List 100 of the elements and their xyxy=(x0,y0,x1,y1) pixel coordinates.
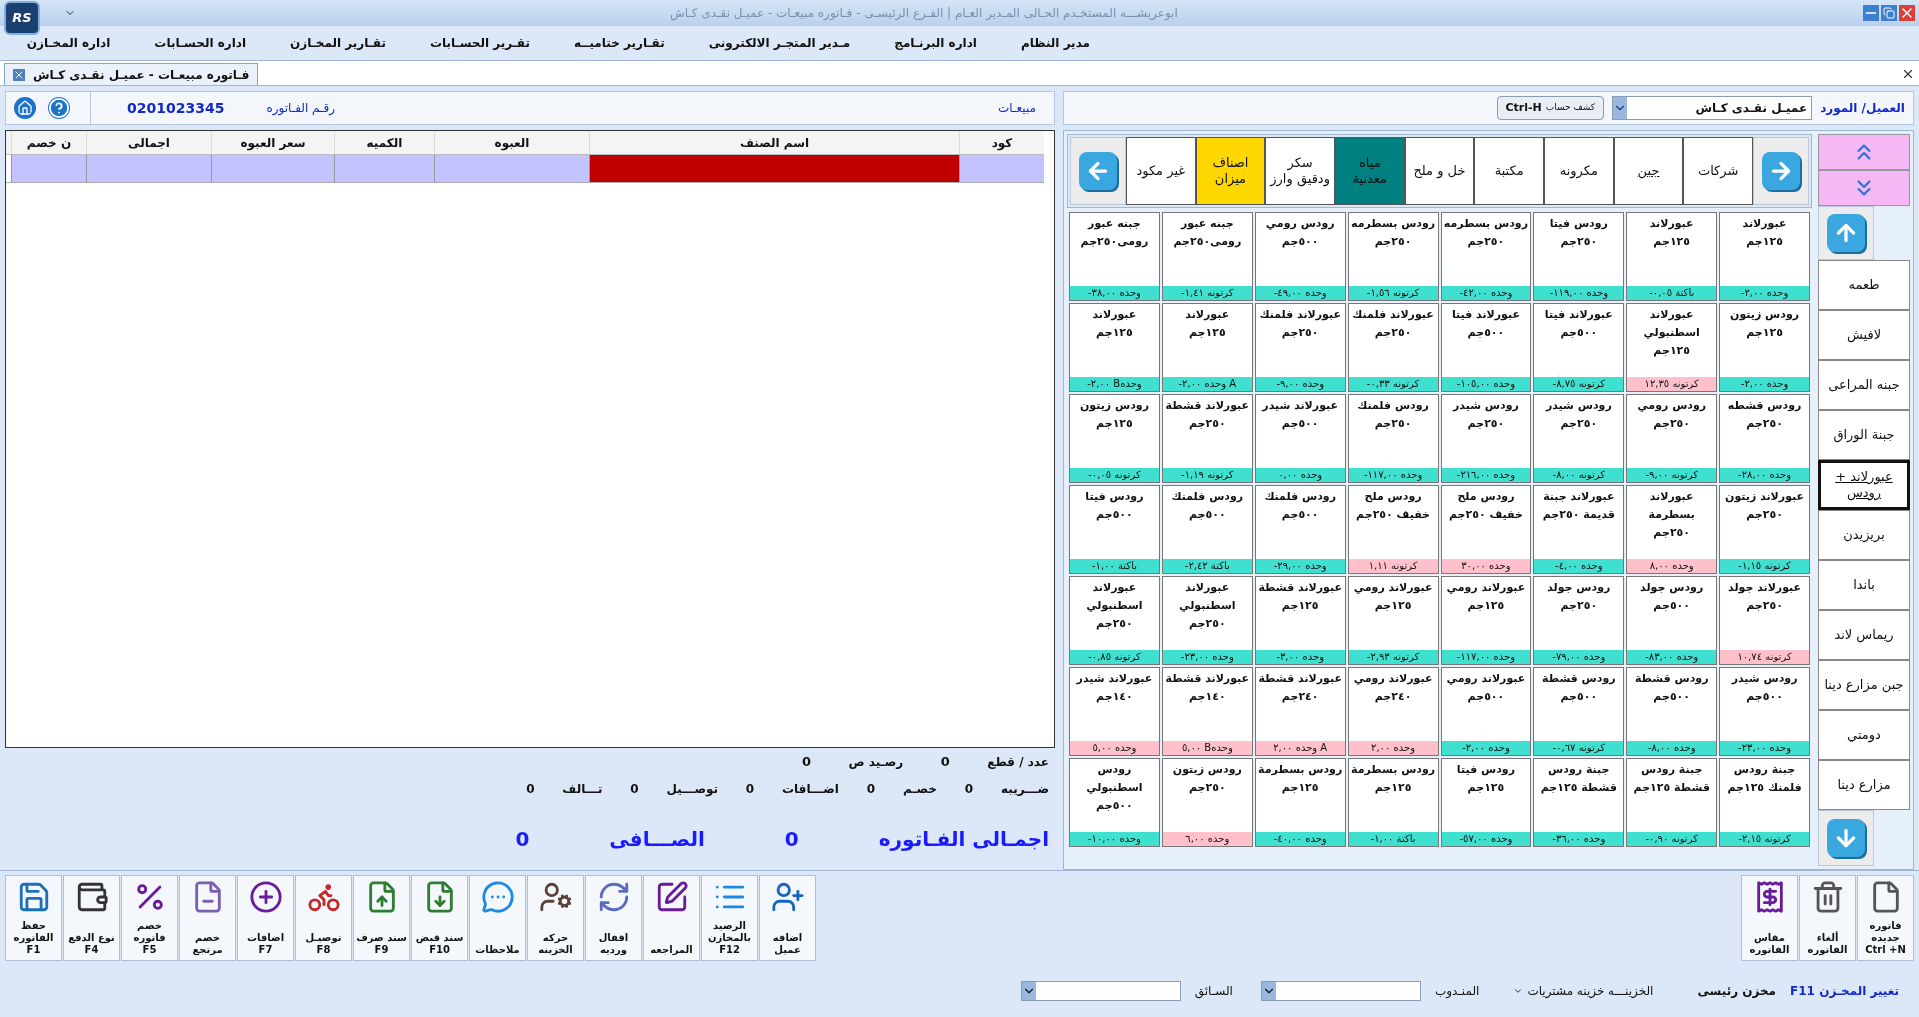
restore-icon[interactable] xyxy=(1881,5,1897,21)
product-tile[interactable]: جبنة رودس فلمنك ١٢٥جم كرتونه ٢,١٥- xyxy=(1719,758,1810,847)
product-tile[interactable]: رودس فلمنك ٢٥٠جم وحده ١١٧,٠٠- xyxy=(1347,394,1439,483)
help-icon[interactable] xyxy=(48,97,70,119)
group-button[interactable]: ريماس لاند xyxy=(1818,610,1910,660)
category-tab[interactable]: اصناف ميزان xyxy=(1195,137,1266,205)
product-tile[interactable]: رودس فيتا ٢٥٠جم وحده ١١٩,٠٠- xyxy=(1533,212,1625,301)
menu-item[interactable]: اداره المخـازن xyxy=(26,34,111,52)
product-tile[interactable]: عبورلاند فيتا ٥٠٠جم وحده ١٠٥,٠٠- xyxy=(1440,303,1532,392)
product-tile[interactable]: عبورلاند زيتون ٢٥٠جم كرتونه ١,١٥- xyxy=(1719,485,1810,574)
product-tile[interactable]: رودس فيتا ٥٠٠جم باكتة ١,٠٠- xyxy=(1069,485,1160,574)
menu-item[interactable]: تقـارير المخـازن xyxy=(290,34,386,52)
product-tile[interactable]: رودس فيتا ١٢٥جم وحده ٥٧,٠٠- xyxy=(1440,758,1532,847)
product-tile[interactable]: عبورلاند رومي ١٢٥جم كرتونه ٢,٩٣- xyxy=(1347,576,1439,665)
product-tile[interactable]: عبورلاند بسطرمة ٢٥٠جم وحده ٨,٠٠ xyxy=(1626,485,1718,574)
category-tab[interactable]: غير مكود xyxy=(1125,137,1196,205)
product-tile[interactable]: عبورلاند فلمنك ٢٥٠جم وحده ٩,٠٠- xyxy=(1254,303,1346,392)
product-tile[interactable]: جبنة رودس قشطة ١٢٥جم كرتونه ٠,٩٠- xyxy=(1626,758,1718,847)
product-tile[interactable]: عبورلاند قشطة ١٤٠جم وحدهB ٥,٠٠ xyxy=(1161,667,1253,756)
home-icon[interactable] xyxy=(14,97,36,119)
category-tab[interactable]: مياه معدنية xyxy=(1334,137,1405,205)
product-tile[interactable]: عبورلاند جبنة قديمة ٢٥٠جم وحده ٤,٠٠- xyxy=(1533,485,1625,574)
product-tile[interactable]: عبورلاند ١٢٥جم وحده ٢,٠٠- xyxy=(1719,212,1810,301)
product-tile[interactable]: رودس جولد ٥٠٠جم وحده ٨٣,٠٠- xyxy=(1626,576,1718,665)
group-button[interactable]: طعمه xyxy=(1818,260,1910,310)
product-tile[interactable]: رودس جولد ٢٥٠جم وحده ٧٩,٠٠- xyxy=(1533,576,1625,665)
toolbar-button[interactable]: حركه الخزينه xyxy=(527,874,584,961)
product-tile[interactable]: عبورلاند شيدر ٥٠٠جم وحده ٠,٠٠ xyxy=(1254,394,1346,483)
product-tile[interactable]: رودس اسطنبولي ٥٠٠جم وحده ١٠,٠٠- xyxy=(1069,758,1160,847)
product-tile[interactable]: جبنة رودس قشطة ١٢٥جم وحده ٣٦,٠٠- xyxy=(1533,758,1625,847)
product-tile[interactable]: عبورلاند قشطة ٢٤٠جم A وحده ٢,٠٠ xyxy=(1254,667,1346,756)
toolbar-button[interactable]: المراجعه xyxy=(643,874,700,961)
product-tile[interactable]: عبورلاند رومي ٥٠٠جم وحده ٢,٠٠- xyxy=(1440,667,1532,756)
menu-item[interactable]: مدير النظام xyxy=(1020,34,1090,52)
toolbar-button[interactable]: اضافه عميل xyxy=(759,874,816,961)
toolbar-button[interactable]: اقفال ورديه xyxy=(585,874,642,961)
product-tile[interactable]: رودس شيدر ٢٥٠جم وحده ٢١٦,٠٠- xyxy=(1440,394,1532,483)
product-tile[interactable]: رودس بسطرمة ١٢٥جم وحده ٤٠,٠٠- xyxy=(1254,758,1346,847)
next-button[interactable] xyxy=(1753,137,1809,205)
product-tile[interactable]: عبورلاند اسطنبولي ١٢٥جم كرتونه ١٢,٣٥ xyxy=(1626,303,1718,392)
product-tile[interactable]: عبورلاند اسطنبولي ٢٥٠جم وحده ٢٣,٠٠- xyxy=(1161,576,1253,665)
product-tile[interactable]: عبورلاند فيتا ٥٠٠جم كرتونه ٨,٧٥- xyxy=(1533,303,1625,392)
document-tab[interactable]: فـاتوره مبيعـات - عميـل نقـدى كـاش xyxy=(4,63,259,85)
product-tile[interactable]: رودس زيتون ١٢٥جم وحده ٢,٠٠- xyxy=(1719,303,1810,392)
category-tab[interactable]: خل و ملح xyxy=(1404,137,1475,205)
product-tile[interactable]: عبورلاند قشطة ٢٥٠جم كرتونه ١,١٩- xyxy=(1161,394,1253,483)
product-tile[interactable]: عبورلاند ١٢٥جم A وحده ٢,٠٠- xyxy=(1161,303,1253,392)
product-tile[interactable]: رودس ملح خفيف ٢٥٠جم كرتونه ١,١١ xyxy=(1347,485,1439,574)
menu-item[interactable]: اداره البرنـامج xyxy=(894,34,977,52)
product-tile[interactable]: رودس قشطه ٢٥٠جم وحده ٢٨,٠٠- xyxy=(1719,394,1810,483)
rep-dropdown[interactable] xyxy=(1260,980,1421,1001)
close-icon[interactable] xyxy=(1901,67,1915,81)
toolbar-button[interactable]: مقاس الفاتوره xyxy=(1741,874,1798,961)
group-button[interactable]: باندا xyxy=(1818,560,1910,610)
group-button[interactable]: دومتي xyxy=(1818,710,1910,760)
product-tile[interactable]: رودس بسطرمة ١٢٥جم باكتة ١,٠٠- xyxy=(1347,758,1439,847)
group-button[interactable]: عبورلاند + رودس xyxy=(1818,460,1910,510)
product-tile[interactable]: رودس ملح خفيف ٢٥٠جم وحده ٣٠,٠٠ xyxy=(1440,485,1532,574)
group-button[interactable]: جبنه المراعى xyxy=(1818,360,1910,410)
product-tile[interactable]: عبورلاند ١٢٥جم باكتة ٠,٠٥- xyxy=(1626,212,1718,301)
toolbar-button[interactable]: ملاحظات xyxy=(469,874,526,961)
product-tile[interactable]: رودس رومي ٢٥٠جم كرتونه ٩,٠٠- xyxy=(1626,394,1718,483)
toolbar-button[interactable]: خصم مرتجع xyxy=(179,874,236,961)
group-button[interactable]: جبنة الوراق xyxy=(1818,410,1910,460)
group-button[interactable]: لافيش xyxy=(1818,310,1910,360)
menu-item[interactable]: تقـارير ختاميــه xyxy=(574,34,665,52)
product-tile[interactable]: عبورلاند رومي ٢٤٠جم وحده ٢,٠٠ xyxy=(1347,667,1439,756)
new-item-row[interactable] xyxy=(6,155,1044,183)
product-tile[interactable]: رودس قشطة ٥٠٠جم وحده ٨,٠٠- xyxy=(1626,667,1718,756)
minimize-icon[interactable] xyxy=(1863,5,1879,21)
product-tile[interactable]: عبورلاند شيدر ١٤٠جم وحده ٥,٠٠ xyxy=(1069,667,1160,756)
down-button[interactable] xyxy=(1818,810,1874,866)
product-tile[interactable]: عبورلاند جولد ٢٥٠جم كرتونه ١٠,٧٤ xyxy=(1719,576,1810,665)
category-tab[interactable]: سكر ودقيق وارز xyxy=(1265,137,1335,205)
menu-item[interactable]: مـدير المتجـر الالكترونى xyxy=(708,34,851,52)
menu-item[interactable]: تقـرير الحسـابات xyxy=(429,34,530,52)
treasury-dropdown[interactable]: الخزينـــه خزينه مشتريات xyxy=(1513,981,1654,1000)
product-tile[interactable]: عبورلاند اسطنبولي ٢٥٠جم كرتونه ٠,٨٥- xyxy=(1069,576,1160,665)
product-tile[interactable]: رودس شيدر ٢٥٠جم كرتونه ٨,٠٠- xyxy=(1533,394,1625,483)
driver-dropdown[interactable] xyxy=(1020,980,1181,1001)
product-tile[interactable]: رودس قشطة ٥٠٠جم كرتونه ٠,٦٧- xyxy=(1533,667,1625,756)
menu-item[interactable]: اداره الحسـابات xyxy=(154,34,247,52)
product-tile[interactable]: عبورلاند رومي ١٢٥جم وحده ١١٧,٠٠- xyxy=(1440,576,1532,665)
group-button[interactable]: مزارع دينا xyxy=(1818,760,1910,810)
product-tile[interactable]: جبنه عبور رومى٢٥٠جم وحده ٣٨,٠٠- xyxy=(1069,212,1160,301)
category-tab[interactable]: مكتبة xyxy=(1474,137,1544,205)
product-tile[interactable]: عبورلاند فلمنك ٢٥٠جم كرتونه ٠,٣٣- xyxy=(1347,303,1439,392)
group-button[interactable]: بريزيدن xyxy=(1818,510,1910,560)
product-tile[interactable]: رودس فلمنك ٥٠٠جم باكتة ٢,٤٢- xyxy=(1161,485,1253,574)
group-button[interactable]: جبن مزارع دينا xyxy=(1818,660,1910,710)
product-tile[interactable]: رودس رومي ٥٠٠جم وحده ٤٩,٠٠- xyxy=(1254,212,1346,301)
category-tab[interactable]: شركات xyxy=(1683,137,1753,205)
product-tile[interactable]: عبورلاند قشطة ١٢٥جم وحده ٣,٠٠- xyxy=(1254,576,1346,665)
customer-dropdown[interactable]: عميـل نقـدى كـاش xyxy=(1612,96,1813,120)
category-tab[interactable]: مكرونه xyxy=(1544,137,1614,205)
product-tile[interactable]: عبورلاند ١٢٥جم وحدهB ٢,٠٠- xyxy=(1069,303,1160,392)
toolbar-button[interactable]: ألغاء الفاتوره xyxy=(1799,874,1856,961)
product-tile[interactable]: رودس شيدر ٥٠٠جم وحده ٢٣,٠٠- xyxy=(1719,667,1810,756)
product-tile[interactable]: جبنه عبور رومى٢٥٠جم كرتونه ١,٤١- xyxy=(1161,212,1253,301)
product-tile[interactable]: رودس بسطرمه ٢٥٠جم وحده ٤٢,٠٠- xyxy=(1440,212,1532,301)
